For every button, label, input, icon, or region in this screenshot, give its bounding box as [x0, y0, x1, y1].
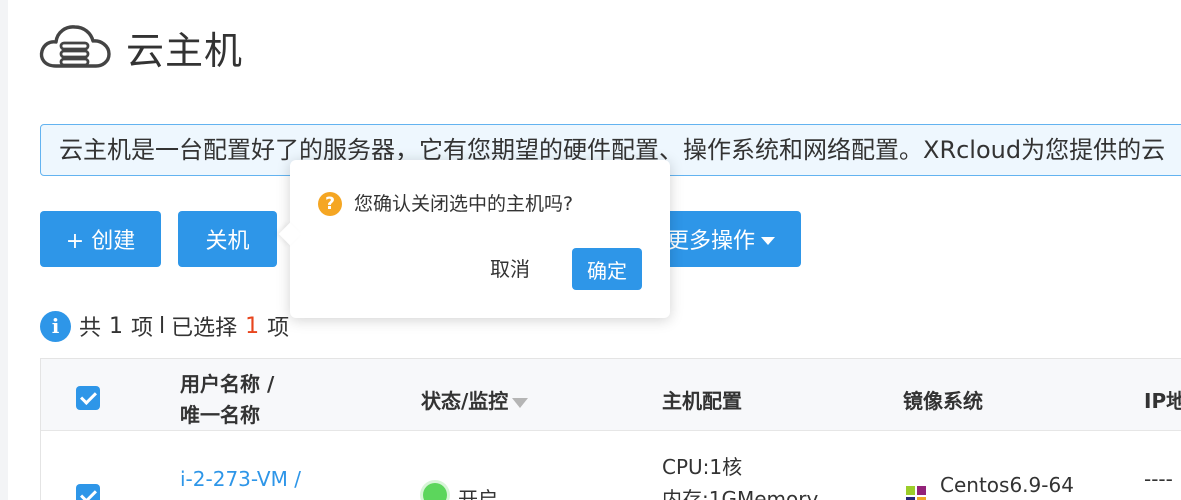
col-name-line1: 用户名称 / — [180, 372, 275, 396]
popover-cancel-button[interactable]: 取消 — [490, 254, 530, 284]
status-on-icon — [423, 483, 447, 500]
page-header: 云主机 — [38, 20, 243, 74]
info-icon: i — [40, 310, 71, 342]
selected-unit: 项 — [267, 316, 290, 341]
selected-count: 1 — [245, 313, 260, 339]
vm-ip: ---- — [1144, 467, 1173, 491]
popover-arrow — [278, 222, 302, 246]
popover-confirm-button[interactable]: 确定 — [572, 248, 642, 290]
caret-down-icon — [761, 236, 775, 245]
question-icon: ? — [318, 192, 342, 216]
vm-name-link[interactable]: i-2-273-VM / — [180, 467, 301, 491]
total-unit: 项 — [131, 316, 154, 341]
total-count: 1 — [109, 313, 124, 339]
total-prefix: 共 — [79, 316, 102, 341]
create-button[interactable]: + 创建 — [40, 211, 161, 267]
row-checkbox[interactable] — [76, 484, 100, 500]
vm-cpu: CPU:1核 — [662, 455, 743, 479]
col-status-label: 状态/监控 — [421, 389, 509, 413]
centos-logo-icon — [903, 483, 929, 500]
table-header: 用户名称 / 唯一名称 状态/监控 主机配置 镜像系统 IP地 — [41, 359, 1181, 431]
col-name-line2: 唯一名称 — [180, 403, 260, 427]
cloud-server-icon — [38, 22, 112, 72]
vm-table: 用户名称 / 唯一名称 状态/监控 主机配置 镜像系统 IP地 i-2-273-… — [40, 358, 1181, 500]
page-title: 云主机 — [126, 28, 244, 73]
col-image: 镜像系统 — [903, 389, 983, 413]
popover-message: 您确认关闭选中的主机吗? — [354, 193, 574, 215]
vm-status: 开启 — [458, 487, 498, 500]
col-ip: IP地 — [1144, 389, 1181, 413]
summary-separator: l — [159, 313, 166, 339]
left-edge-strip — [0, 0, 8, 500]
select-all-checkbox[interactable] — [76, 386, 100, 410]
shutdown-button[interactable]: 关机 — [178, 211, 277, 267]
col-status[interactable]: 状态/监控 — [421, 385, 529, 414]
vm-image: Centos6.9-64 — [940, 473, 1074, 497]
vm-memory: 内存:1GMemory — [662, 487, 819, 500]
col-config: 主机配置 — [662, 389, 742, 413]
selection-summary: i 共 1 项 l 已选择 1 项 — [40, 310, 289, 342]
filter-icon[interactable] — [512, 397, 529, 408]
more-actions-label: 更多操作 — [666, 229, 755, 254]
confirm-popover: ? 您确认关闭选中的主机吗? 取消 确定 — [278, 160, 670, 318]
selected-prefix: 已选择 — [171, 316, 238, 341]
